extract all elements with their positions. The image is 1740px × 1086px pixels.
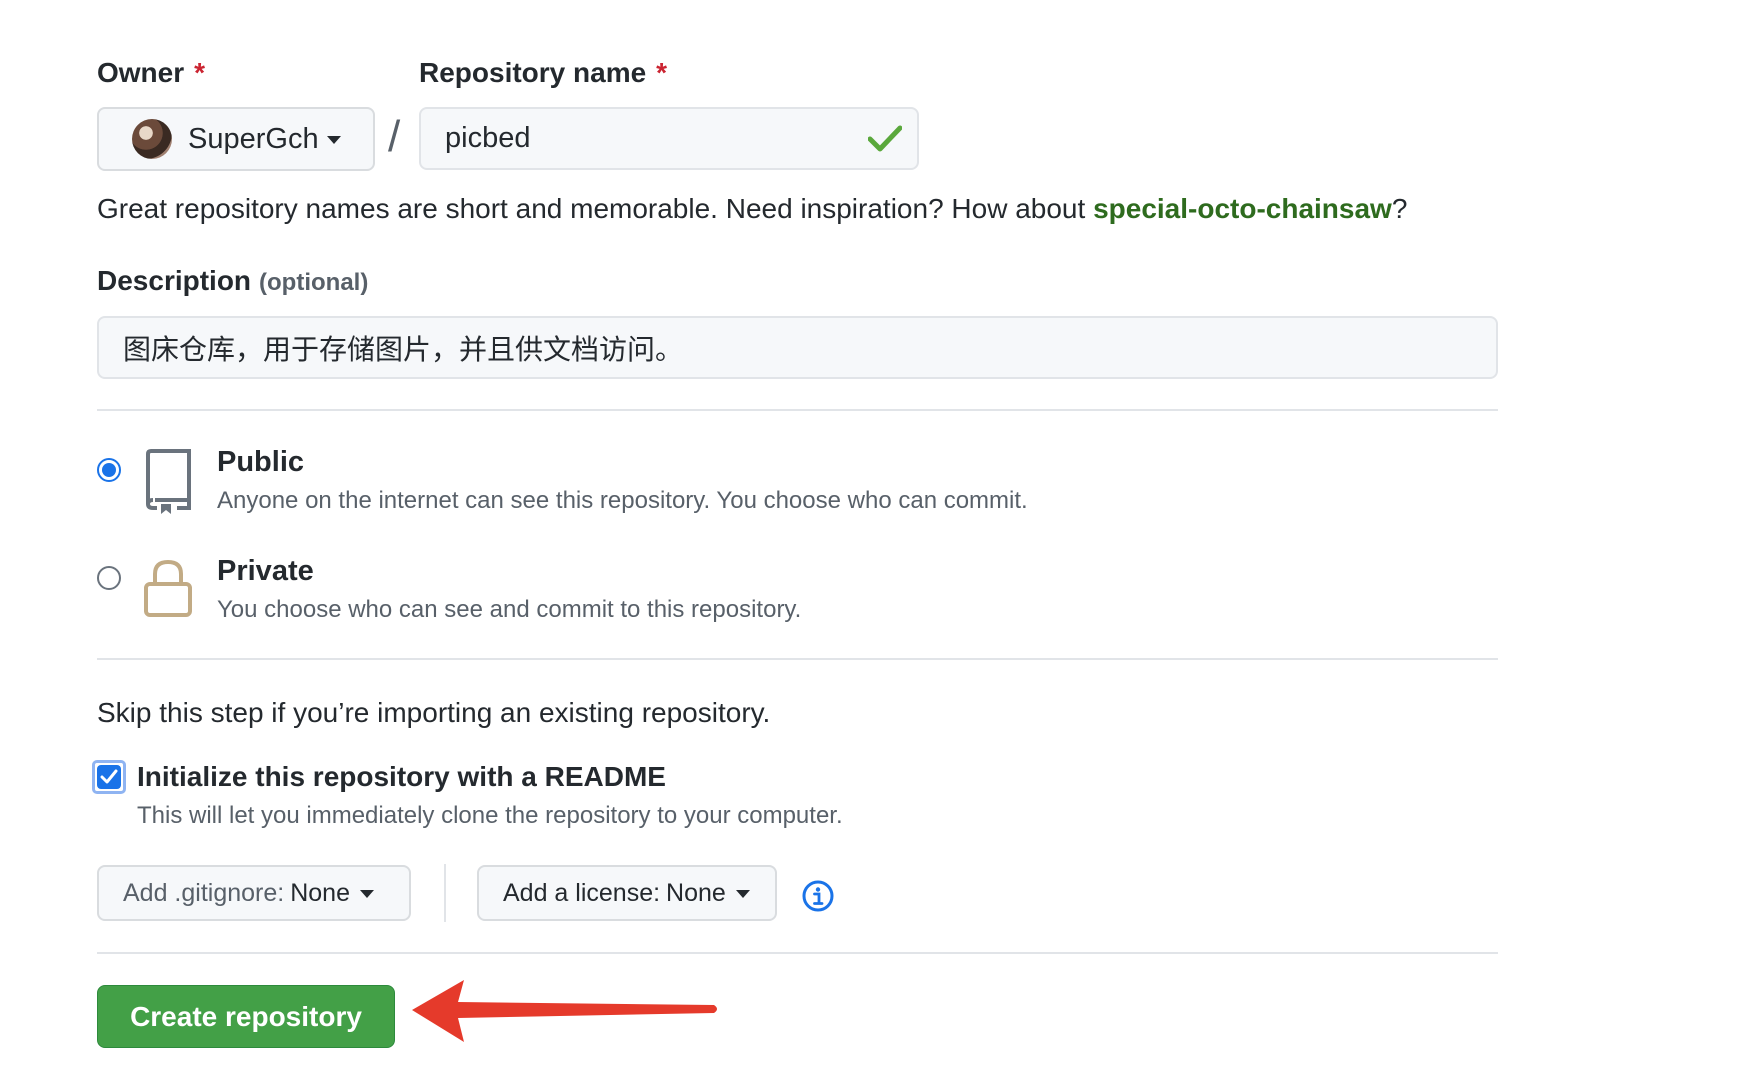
public-radio[interactable] bbox=[97, 458, 121, 482]
owner-value: SuperGch bbox=[188, 122, 319, 155]
owner-label-text: Owner bbox=[97, 57, 185, 88]
description-label-text: Description bbox=[97, 265, 252, 296]
readme-title[interactable]: Initialize this repository with a README bbox=[137, 761, 666, 793]
owner-label: Owner * bbox=[97, 57, 205, 89]
annotation-arrow-icon bbox=[412, 980, 717, 1042]
new-repository-form: Owner * Repository name * SuperGch / Great… bbox=[0, 0, 1740, 1086]
license-prefix: Add a license: bbox=[503, 878, 661, 907]
gitignore-dropdown[interactable]: Add .gitignore: None bbox=[97, 865, 411, 921]
description-label: Description (optional) bbox=[97, 265, 368, 297]
suggested-name-link[interactable]: special-octo-chainsaw bbox=[1093, 193, 1392, 224]
avatar bbox=[132, 119, 172, 159]
repo-name-hint: Great repository names are short and mem… bbox=[97, 193, 1407, 225]
gitignore-value: None bbox=[290, 878, 350, 907]
readme-description: This will let you immediately clone the … bbox=[137, 802, 843, 829]
license-dropdown[interactable]: Add a license: None bbox=[477, 865, 777, 921]
chevron-down-icon bbox=[735, 890, 750, 898]
check-icon bbox=[868, 125, 902, 152]
vertical-divider bbox=[444, 864, 446, 922]
license-value: None bbox=[666, 878, 726, 907]
private-radio[interactable] bbox=[97, 566, 121, 590]
repo-name-label: Repository name * bbox=[419, 57, 667, 89]
optional-tag: (optional) bbox=[259, 269, 369, 296]
repo-name-input[interactable] bbox=[419, 107, 919, 170]
checkbox-checked-fill bbox=[97, 765, 121, 789]
public-description: Anyone on the internet can see this repo… bbox=[217, 487, 1028, 514]
check-icon bbox=[100, 769, 118, 784]
divider bbox=[97, 952, 1498, 954]
skip-step-text: Skip this step if you’re importing an ex… bbox=[97, 697, 771, 728]
readme-checkbox[interactable] bbox=[92, 760, 126, 794]
owner-required-mark: * bbox=[194, 57, 206, 88]
divider bbox=[97, 658, 1498, 660]
public-title: Public bbox=[217, 446, 305, 478]
gitignore-prefix: Add .gitignore: bbox=[123, 878, 285, 907]
create-repository-button[interactable]: Create repository bbox=[97, 985, 395, 1048]
repo-required-mark: * bbox=[656, 57, 668, 88]
info-icon[interactable] bbox=[802, 880, 834, 912]
private-description: You choose who can see and commit to thi… bbox=[217, 596, 802, 623]
private-title: Private bbox=[217, 555, 314, 587]
repo-name-label-text: Repository name bbox=[419, 57, 647, 88]
lock-icon bbox=[144, 559, 192, 617]
chevron-down-icon bbox=[359, 890, 374, 898]
owner-dropdown[interactable]: SuperGch bbox=[97, 107, 375, 171]
divider bbox=[97, 409, 1498, 411]
hint-text: Great repository names are short and mem… bbox=[97, 193, 1094, 224]
description-input[interactable] bbox=[97, 316, 1498, 379]
chevron-down-icon bbox=[326, 136, 341, 144]
hint-suffix: ? bbox=[1391, 193, 1408, 224]
owner-repo-separator: / bbox=[388, 112, 401, 161]
repo-icon bbox=[146, 449, 191, 514]
